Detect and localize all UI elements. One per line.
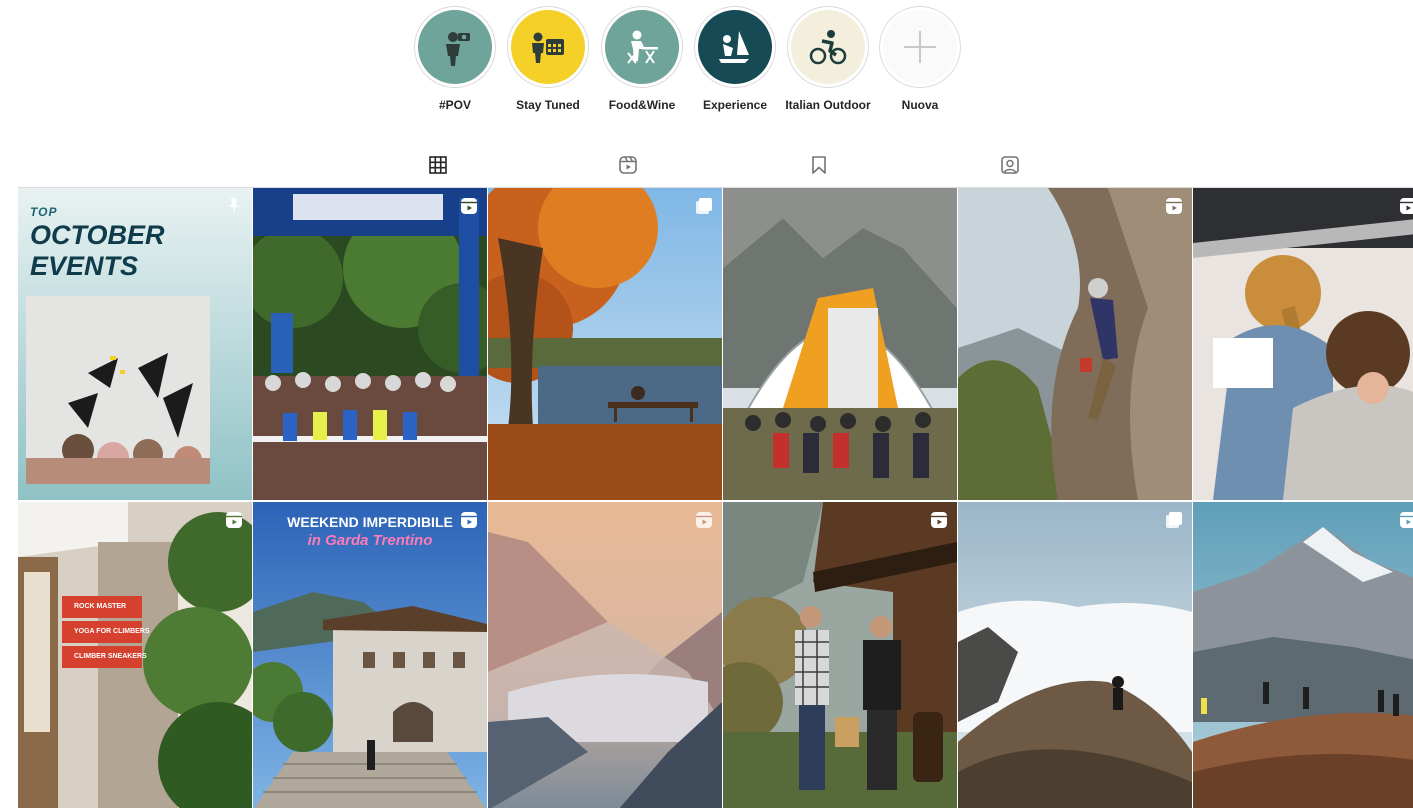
post-badge: [1398, 510, 1413, 530]
post-badge: [1398, 196, 1413, 216]
highlight-stay-tuned[interactable]: Stay Tuned: [498, 6, 598, 112]
posts-grid: TOP OCTOBER EVENTS ROCK MASTER YOGA FOR …: [18, 188, 1413, 808]
highlight-label: Italian Outdoor: [785, 98, 871, 112]
post-tile[interactable]: [723, 188, 957, 500]
reel-icon: [226, 512, 242, 528]
post-tile[interactable]: [723, 502, 957, 808]
highlight-ring: [879, 6, 961, 88]
person-calendar-icon: [532, 32, 564, 63]
tab-saved[interactable]: [788, 142, 850, 188]
carousel-icon: [696, 198, 712, 214]
profile-tabs: [0, 142, 1413, 189]
post-tile[interactable]: [958, 188, 1192, 500]
highlight-cover: [698, 10, 772, 84]
reel-icon: [931, 512, 947, 528]
shop-signs: ROCK MASTER YOGA FOR CLIMBERS CLIMBER SN…: [62, 596, 150, 671]
post-badge: [459, 510, 479, 530]
highlight-cover: [511, 10, 585, 84]
highlight-cover: [791, 10, 865, 84]
post-badge: [694, 196, 714, 216]
highlight-cover: [605, 10, 679, 84]
post-image: [958, 502, 1192, 808]
post-overlay-title: WEEKEND IMPERDIBILE in Garda Trentino: [253, 514, 487, 550]
carousel-icon: [1166, 512, 1182, 528]
post-badge: [224, 196, 244, 216]
reel-icon: [696, 512, 712, 528]
post-badge: [694, 510, 714, 530]
post-tile[interactable]: [488, 502, 722, 808]
sign-yoga: YOGA FOR CLIMBERS: [62, 621, 150, 643]
pin-icon: [229, 198, 239, 214]
post-title-line2: in Garda Trentino: [307, 531, 433, 549]
tagged-user-icon: [1001, 156, 1019, 174]
highlight-cover: [883, 10, 957, 84]
highlight-cover: [418, 10, 492, 84]
post-image: [958, 188, 1192, 500]
reels-icon: [619, 156, 637, 174]
post-image: [1193, 502, 1413, 808]
post-image: [488, 502, 722, 808]
point-of-view-photographer-icon: [446, 32, 470, 66]
highlight-ring: [694, 6, 776, 88]
post-tile[interactable]: [1193, 502, 1413, 808]
reel-icon: [461, 512, 477, 528]
reel-icon: [1166, 198, 1182, 214]
highlight-ring: [414, 6, 496, 88]
grid-icon: [429, 156, 447, 174]
post-badge: [929, 510, 949, 530]
cyclist-icon: [809, 30, 847, 65]
tab-tagged[interactable]: [979, 142, 1041, 188]
highlight-ring: [601, 6, 683, 88]
post-overlay-title: TOP OCTOBER EVENTS: [30, 206, 165, 280]
post-badge: [224, 510, 244, 530]
highlight-new[interactable]: Nuova: [870, 6, 970, 112]
tab-posts[interactable]: [407, 142, 469, 189]
reel-icon: [461, 198, 477, 214]
post-image: [1193, 188, 1413, 500]
post-title-line1: WEEKEND IMPERDIBILE: [287, 514, 453, 530]
highlight-label: Nuova: [901, 98, 939, 112]
post-image: [488, 188, 722, 500]
highlight-ring: [507, 6, 589, 88]
post-tile[interactable]: TOP OCTOBER EVENTS: [18, 188, 252, 500]
post-tile[interactable]: ROCK MASTER YOGA FOR CLIMBERS CLIMBER SN…: [18, 502, 252, 808]
post-tile[interactable]: [1193, 188, 1413, 500]
highlight-label: Experience: [702, 98, 768, 112]
post-badge: [1164, 196, 1184, 216]
highlight-italian-outdoor[interactable]: Italian Outdoor: [778, 6, 878, 112]
bookmark-icon: [812, 156, 826, 174]
highlight-label: #POV: [438, 98, 471, 112]
post-badge: [459, 196, 479, 216]
post-tile[interactable]: [958, 502, 1192, 808]
windsurfer-icon: [719, 31, 749, 63]
post-image: [723, 188, 957, 500]
post-title-line2: EVENTS: [30, 251, 139, 281]
post-title-line1: OCTOBER: [30, 220, 165, 250]
person-dining-icon: [627, 30, 658, 64]
highlight-experience[interactable]: Experience: [685, 6, 785, 112]
post-tile[interactable]: WEEKEND IMPERDIBILE in Garda Trentino: [253, 502, 487, 808]
sign-rock-master: ROCK MASTER: [62, 596, 142, 618]
reel-icon: [1400, 512, 1413, 528]
post-image: [253, 188, 487, 500]
highlight-pov[interactable]: #POV: [405, 6, 505, 112]
highlight-label: Stay Tuned: [516, 98, 580, 112]
sign-sneakers: CLIMBER SNEAKERS: [62, 646, 147, 668]
plus-icon: [904, 31, 936, 63]
post-badge: [1164, 510, 1184, 530]
post-top-label: TOP: [30, 205, 58, 219]
post-tile[interactable]: [488, 188, 722, 500]
highlight-label: Food&Wine: [608, 98, 676, 112]
story-highlights: #POV Stay Tuned Food&Wine Experience Ita…: [400, 0, 980, 120]
post-tile[interactable]: [253, 188, 487, 500]
post-image: [723, 502, 957, 808]
highlight-ring: [787, 6, 869, 88]
profile-page: #POV Stay Tuned Food&Wine Experience Ita…: [0, 0, 1413, 808]
tab-reels[interactable]: [597, 142, 659, 188]
highlight-food-wine[interactable]: Food&Wine: [592, 6, 692, 112]
reel-icon: [1400, 198, 1413, 214]
